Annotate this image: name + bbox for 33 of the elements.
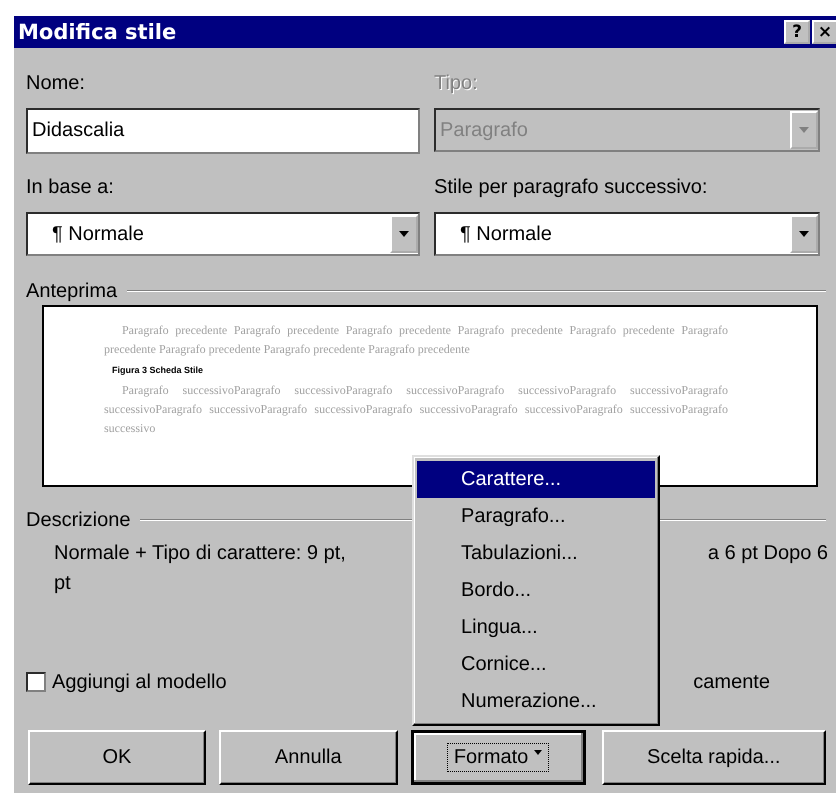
dialog-button[interactable]: OK bbox=[28, 730, 206, 785]
window-title: Modifica stile bbox=[18, 20, 176, 44]
close-button[interactable]: × bbox=[812, 20, 836, 44]
caret-icon bbox=[534, 750, 542, 755]
checkbox[interactable] bbox=[26, 672, 46, 692]
field-label: Nome: bbox=[26, 71, 86, 96]
field-label: Stile per paragrafo successivo: bbox=[434, 175, 708, 200]
menu-item[interactable]: Paragrafo... bbox=[417, 498, 655, 535]
checkbox-label: Aggiungi al modello bbox=[52, 670, 227, 694]
dialog-button[interactable]: Annulla bbox=[218, 730, 398, 785]
preview-caption: Figura 3 Scheda Stile bbox=[112, 365, 204, 375]
description-text: Normale + Tipo di carattere: 9 pt, bbox=[54, 541, 346, 566]
group-title: Anteprima bbox=[26, 279, 118, 304]
preview-text: Paragrafo precedente Paragrafo precedente Paragrafo precedente Paragrafo precedente Paragrafo precedente Paragrafo precedente Paragrafo precedente Paragrafo precedente Paragrafo precedente bbox=[104, 322, 728, 358]
menu-item[interactable]: Tabulazioni... bbox=[417, 535, 655, 572]
field-label: Tipo: bbox=[434, 71, 479, 96]
style-dropdown[interactable]: ¶ Normale bbox=[26, 212, 420, 256]
style-dropdown[interactable]: ¶ Normale bbox=[434, 212, 820, 256]
help-button[interactable]: ? bbox=[784, 20, 810, 44]
field-label: In base a: bbox=[26, 175, 115, 200]
menu-item[interactable]: Numerazione... bbox=[417, 683, 655, 720]
dialog-button[interactable]: Scelta rapida... bbox=[602, 730, 826, 785]
menu-button[interactable]: Formato bbox=[410, 730, 586, 785]
menu-item[interactable]: Bordo... bbox=[417, 572, 655, 609]
menu-item[interactable]: Carattere... bbox=[417, 461, 655, 498]
description-text: pt bbox=[54, 571, 71, 596]
description-text: a 6 pt Dopo 6 bbox=[708, 541, 828, 566]
menu-item[interactable]: Lingua... bbox=[417, 609, 655, 646]
menu-item[interactable]: Cornice... bbox=[417, 646, 655, 683]
group-title: Descrizione bbox=[26, 508, 130, 533]
preview-text: Paragrafo successivoParagrafo successivoParagrafo successivoParagrafo successivoParagrafo successivoParagrafo successivoParagrafo successivoParagrafo successivoParagrafo successivoParagrafo successivoParagrafo successivoParagrafo successivo bbox=[104, 382, 728, 437]
name-field[interactable]: Didascalia bbox=[26, 108, 420, 154]
checkbox-label: camente bbox=[693, 670, 770, 694]
